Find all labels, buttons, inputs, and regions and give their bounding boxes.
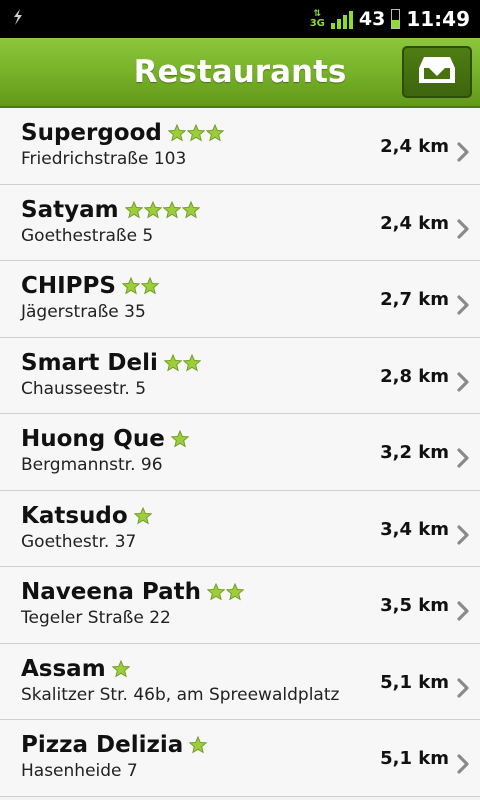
star-icon [188, 735, 208, 754]
restaurant-name: Assam [21, 655, 106, 682]
restaurant-distance: 2,4 km [380, 212, 449, 234]
star-icon [170, 429, 190, 448]
name-line: Assam [21, 655, 131, 682]
chevron-right-icon [456, 447, 470, 469]
archive-button[interactable] [402, 46, 472, 98]
restaurant-address: Goethestraße 5 [21, 225, 154, 246]
chevron-right-icon [456, 677, 470, 699]
restaurant-address: Jägerstraße 35 [21, 302, 146, 322]
restaurant-distance: 2,8 km [380, 365, 449, 387]
restaurant-address: Skalitzer Str. 46b, am Spreewaldplatz [21, 684, 340, 705]
restaurant-address: Bergmannstr. 96 [21, 455, 163, 475]
battery-icon [391, 9, 401, 29]
chevron-right-icon [456, 753, 470, 775]
rating-stars [111, 659, 131, 678]
restaurant-row[interactable]: Supergood Friedrichstraße 103 2,4 km [0, 108, 480, 185]
restaurant-list: Supergood Friedrichstraße 103 2,4 km Satyam… [0, 108, 480, 797]
name-line: Naveena Path [21, 579, 245, 605]
rating-stars [188, 735, 208, 754]
rating-stars [163, 353, 202, 372]
restaurant-distance: 2,4 km [380, 136, 449, 157]
chevron-right-icon [456, 600, 470, 622]
restaurant-name: Supergood [21, 120, 162, 146]
battery-level [392, 20, 400, 28]
chevron-right-icon [456, 524, 470, 546]
restaurant-name: Smart Deli [21, 349, 158, 376]
restaurant-name: Naveena Path [21, 579, 201, 605]
name-line: Pizza Delizia [21, 732, 208, 758]
restaurant-row[interactable]: Huong Que Bergmannstr. 96 3,2 km [0, 414, 480, 491]
rating-stars [170, 429, 190, 448]
star-icon [181, 200, 200, 219]
restaurant-row[interactable]: Smart Deli Chausseestr. 5 2,8 km [0, 337, 480, 414]
clock: 11:49 [406, 7, 470, 31]
restaurant-name: Huong Que [21, 426, 165, 452]
battery-percent: 43 [358, 8, 386, 30]
name-line: Katsudo [21, 502, 153, 529]
archive-download-icon [418, 55, 456, 89]
star-icon [182, 353, 202, 372]
network-type-label: 3G [309, 18, 325, 29]
name-line: Huong Que [21, 426, 190, 452]
rating-stars [133, 506, 153, 525]
star-icon [163, 353, 183, 372]
signal-icon [330, 9, 353, 29]
restaurant-row[interactable]: Naveena Path Tegeler Straße 22 3,5 km [0, 567, 480, 644]
restaurant-distance: 3,4 km [380, 518, 449, 540]
restaurant-distance: 5,1 km [380, 671, 449, 693]
star-icon [186, 123, 206, 142]
star-icon [124, 200, 143, 219]
restaurant-address: Hasenheide 7 [21, 761, 138, 781]
restaurant-row[interactable]: Satyam Goethestraße 5 2,4 km [0, 184, 480, 261]
chevron-right-icon [456, 218, 470, 240]
star-icon [111, 659, 131, 678]
restaurant-name: Pizza Delizia [21, 732, 184, 758]
restaurant-address: Goethestr. 37 [21, 531, 137, 552]
restaurant-row[interactable]: Pizza Delizia Hasenheide 7 5,1 km [0, 720, 480, 797]
restaurant-distance: 5,1 km [380, 748, 449, 769]
restaurant-row[interactable]: CHIPPS Jägerstraße 35 2,7 km [0, 261, 480, 338]
restaurant-row[interactable]: Katsudo Goethestr. 37 3,4 km [0, 490, 480, 567]
app-header: Restaurants [0, 38, 480, 108]
name-line: Satyam [21, 197, 200, 223]
restaurant-address: Tegeler Straße 22 [21, 608, 171, 628]
chevron-right-icon [456, 141, 470, 163]
star-icon [143, 200, 162, 219]
restaurant-distance: 3,2 km [380, 442, 449, 463]
name-line: Supergood [21, 120, 225, 146]
name-line: CHIPPS [21, 273, 160, 299]
restaurant-address: Chausseestr. 5 [21, 378, 147, 399]
restaurant-address: Friedrichstraße 103 [21, 149, 187, 169]
restaurant-name: Satyam [21, 196, 119, 223]
page-title: Restaurants [133, 54, 347, 90]
chevron-right-icon [456, 294, 470, 316]
star-icon [140, 276, 160, 295]
star-icon [225, 582, 245, 601]
star-icon [205, 123, 225, 142]
star-icon [162, 200, 181, 219]
network-indicator: ⇅ 3G [309, 10, 325, 29]
restaurant-row[interactable]: Assam Skalitzer Str. 46b, am Spreewaldpla… [0, 643, 480, 720]
restaurant-name: Katsudo [21, 502, 128, 529]
rating-stars [167, 123, 225, 142]
star-icon [133, 506, 153, 525]
restaurant-name: CHIPPS [21, 273, 116, 299]
name-line: Smart Deli [21, 349, 202, 376]
status-bar: ⇅ 3G 43 11:49 [0, 0, 480, 38]
star-icon [121, 276, 141, 295]
star-icon [206, 582, 226, 601]
rating-stars [206, 582, 245, 601]
star-icon [167, 123, 187, 142]
chevron-right-icon [456, 371, 470, 393]
restaurant-distance: 3,5 km [380, 595, 449, 616]
restaurant-distance: 2,7 km [380, 289, 449, 310]
rating-stars [124, 200, 200, 219]
usb-debug-icon [10, 8, 26, 30]
rating-stars [121, 276, 160, 295]
